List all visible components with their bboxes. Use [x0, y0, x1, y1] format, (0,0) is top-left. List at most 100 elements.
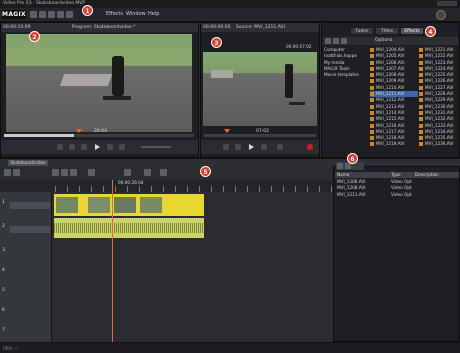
program-video-frame[interactable] — [6, 34, 192, 132]
callout-marker: 5 — [200, 166, 211, 177]
back-icon[interactable] — [325, 38, 331, 44]
bin-folder-icon[interactable] — [345, 163, 351, 169]
rewind-button[interactable] — [69, 144, 75, 150]
file-item[interactable]: MVI_1236.AVI — [419, 141, 459, 147]
volume-slider[interactable] — [141, 146, 171, 148]
split-icon[interactable] — [124, 169, 131, 176]
bin-add-icon[interactable] — [337, 163, 343, 169]
file-name: MVI_1225.AVI — [425, 72, 454, 78]
bin-col-name[interactable]: Name — [337, 172, 349, 178]
callout-marker: 2 — [29, 31, 40, 42]
file-name: MVI_1227.AVI — [425, 84, 454, 90]
source-stop-button[interactable] — [235, 144, 241, 150]
source-video-frame[interactable] — [203, 52, 317, 126]
file-name: MVI_1233.AVI — [425, 122, 454, 128]
new-icon[interactable] — [30, 11, 37, 18]
redo-timeline-icon[interactable] — [160, 169, 167, 176]
source-skater-figure — [285, 64, 293, 98]
source-scrub-bar[interactable] — [204, 134, 316, 137]
folder-item[interactable]: Movie templates — [324, 72, 368, 78]
source-play-button[interactable] — [249, 144, 254, 150]
window-controls[interactable] — [437, 1, 457, 6]
file-name: MVI_1229.AVI — [425, 97, 454, 103]
video-file-icon — [419, 73, 423, 78]
next-marker-button[interactable] — [119, 144, 125, 150]
program-time: 00:00:10:09 — [3, 25, 31, 30]
open-icon[interactable] — [39, 11, 46, 18]
video-file-icon — [370, 60, 374, 65]
bin-col-description[interactable]: Description — [415, 172, 439, 178]
callout-marker: 6 — [347, 153, 358, 164]
draw-tool-icon[interactable] — [70, 169, 77, 176]
video-file-icon — [370, 123, 374, 128]
prev-marker-button[interactable] — [57, 144, 63, 150]
source-ramp — [211, 70, 233, 78]
bin-header: Name Type Description — [335, 172, 459, 178]
source-next-button[interactable] — [261, 144, 267, 150]
program-scrub-progress — [4, 134, 74, 137]
timeline-toolbar — [0, 166, 332, 180]
audio-clip[interactable] — [54, 218, 204, 238]
video-file-icon — [370, 110, 374, 115]
zoom-tool-icon[interactable] — [61, 169, 68, 176]
timeline-playhead[interactable] — [112, 180, 113, 342]
bin-item-name: MVI_1211.AVI — [337, 191, 366, 197]
record-button[interactable] — [307, 144, 313, 150]
video-file-icon — [370, 136, 374, 141]
file-name: MVI_1208.AVI — [376, 72, 405, 78]
play-button[interactable] — [95, 144, 100, 150]
file-item[interactable]: MVI_1219.AVI — [370, 141, 418, 147]
undo-timeline-icon[interactable] — [144, 169, 151, 176]
video-file-icon — [370, 48, 374, 52]
file-name: MVI_1231.AVI — [425, 109, 454, 115]
program-scrub-bar[interactable] — [4, 134, 194, 137]
bin-rows: MVI_1206.AVI Video Opt MVI_1208.AVI Video O… — [335, 179, 459, 198]
menu-effects[interactable]: Effects — [106, 11, 123, 17]
bin-row[interactable]: MVI_1211.AVI Video Opt — [335, 192, 459, 198]
file-name: MVI_1234.AVI — [425, 128, 454, 134]
options-dropdown[interactable]: Options — [375, 38, 392, 43]
file-name: MVI_1226.AVI — [425, 78, 454, 84]
file-name: MVI_1218.AVI — [376, 135, 405, 141]
forward-button[interactable] — [107, 144, 113, 150]
program-playhead-marker[interactable] — [76, 129, 82, 133]
save-icon[interactable] — [48, 11, 55, 18]
settings-icon[interactable] — [436, 10, 446, 20]
source-playhead-marker[interactable] — [224, 129, 230, 133]
skater-figure — [112, 56, 124, 96]
mouse-mode-icon[interactable] — [4, 169, 11, 176]
undo-icon[interactable] — [57, 11, 64, 18]
menu-help[interactable]: Help — [148, 11, 159, 17]
source-insert-button[interactable] — [277, 144, 283, 150]
menu-window[interactable]: Window — [126, 11, 146, 17]
link-icon[interactable] — [88, 169, 95, 176]
track1-controls[interactable] — [10, 202, 50, 209]
track2-controls[interactable] — [10, 226, 50, 233]
timeline-tabbar: Skateboardvideo — [0, 158, 460, 166]
tab-titles[interactable]: Titles — [375, 27, 399, 35]
home-icon[interactable] — [341, 38, 347, 44]
redo-icon[interactable] — [66, 11, 73, 18]
cut-tool-icon[interactable] — [52, 169, 59, 176]
track-headers — [0, 192, 52, 342]
timeline-ruler[interactable]: 00:00:26:04 — [0, 180, 332, 192]
file-name: MVI_1232.AVI — [425, 116, 454, 122]
bin-col-type[interactable]: Type — [391, 172, 401, 178]
file-name: MVI_1230.AVI — [425, 103, 454, 109]
file-name: MVI_1209.AVI — [376, 78, 405, 84]
track-mode-icon[interactable] — [13, 169, 20, 176]
video-file-icon — [419, 136, 423, 141]
track-number: 4 — [2, 268, 5, 273]
up-icon[interactable] — [333, 38, 339, 44]
video-file-icon — [419, 60, 423, 65]
stop-button[interactable] — [81, 144, 87, 150]
source-prev-button[interactable] — [223, 144, 229, 150]
video-file-icon — [419, 79, 423, 84]
file-name: MVI_1223.AVI — [425, 59, 454, 65]
video-file-icon — [419, 123, 423, 128]
source-timecode: 07:02 — [256, 129, 269, 134]
video-clip[interactable] — [54, 194, 204, 216]
tab-fades[interactable]: Fades — [350, 27, 374, 35]
video-file-icon — [370, 104, 374, 109]
tab-effects[interactable]: Effects — [400, 27, 424, 35]
